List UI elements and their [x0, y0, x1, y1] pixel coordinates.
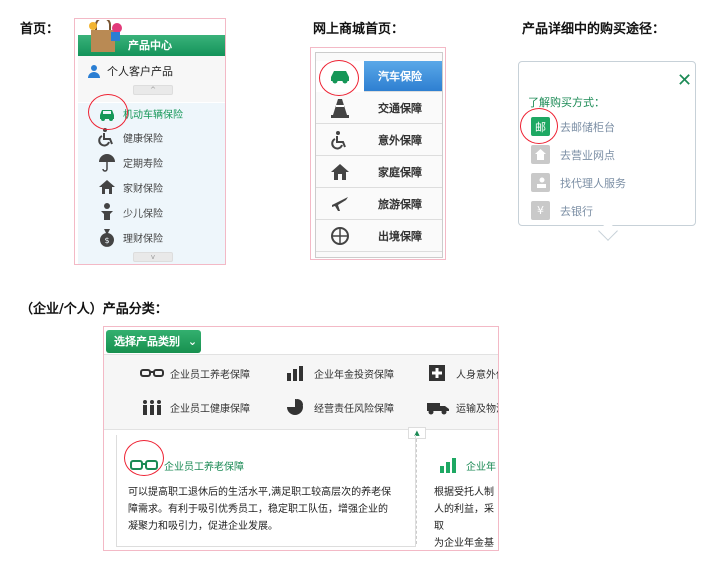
- airplane-icon: [332, 197, 348, 211]
- home-item-health[interactable]: 健康保险: [97, 127, 163, 147]
- select-category-button[interactable]: 选择产品类别 ⌄: [106, 330, 201, 353]
- purchase-option-label: 去邮储柜台: [560, 120, 615, 134]
- highlight-circle: [124, 440, 164, 476]
- purchase-option-label: 去银行: [560, 204, 593, 218]
- home-item-term-life[interactable]: 定期寿险: [97, 152, 163, 172]
- mall-item-label: 旅游保障: [378, 198, 422, 211]
- mall-menu-panel: 汽车保险 交通保障 意外保障 家庭保障 旅游保障 出境保障: [310, 47, 446, 260]
- detail2-title: 企业年: [466, 461, 496, 473]
- highlight-circle: [319, 60, 359, 96]
- mall-item-label: 出境保障: [378, 230, 422, 243]
- agent-icon: [531, 173, 550, 192]
- home-heading: 首页：: [20, 22, 60, 37]
- home-item-wealth[interactable]: $ 理财保险: [97, 227, 163, 247]
- mall-item-outbound[interactable]: 出境保障: [316, 221, 442, 252]
- wheelchair-icon: [98, 128, 113, 147]
- mall-item-accident[interactable]: 意外保障: [316, 125, 442, 156]
- category-label: 企业员工养老保障: [170, 369, 250, 381]
- bar-chart-icon: [287, 366, 303, 381]
- category-list: 企业员工养老保障 企业年金投资保障 人身意外伤 企业员工健康保障 经营责任风险保…: [104, 354, 498, 430]
- purchase-option-label: 去营业网点: [560, 148, 615, 162]
- category-label: 经营责任风险保障: [314, 403, 394, 415]
- traffic-cone-icon: [331, 99, 349, 118]
- house-icon: [331, 164, 349, 180]
- category-item[interactable]: 企业年金投资保障: [284, 365, 394, 381]
- people-icon: [143, 400, 161, 415]
- purchase-option-branch[interactable]: 去营业网点: [531, 145, 615, 164]
- highlight-circle: [520, 108, 558, 144]
- detail-title: 企业员工养老保障: [164, 461, 244, 473]
- category-item[interactable]: 人身意外伤: [426, 365, 498, 381]
- detail-description: 可以提高职工退休后的生活水平,满足职工较高层次的养老保 障需求。有利于吸引优秀员…: [128, 487, 392, 532]
- category-item[interactable]: 运输及物流: [426, 399, 498, 415]
- home-item-label: 少儿保险: [123, 208, 163, 220]
- umbrella-icon: [99, 154, 115, 172]
- highlight-circle: [88, 94, 128, 130]
- scroll-down-button[interactable]: v: [133, 252, 173, 262]
- category-item[interactable]: 企业员工养老保障: [140, 365, 250, 381]
- mall-item-family[interactable]: 家庭保障: [316, 157, 442, 188]
- purchase-option-bank[interactable]: ¥ 去银行: [531, 201, 593, 220]
- home-item-label: 理财保险: [123, 233, 163, 245]
- purchase-path-popup: ✕ 了解购买方式： 邮 去邮储柜台 去营业网点 找代理人服务 ¥ 去银行: [518, 61, 696, 241]
- bar-chart-icon: [440, 458, 456, 473]
- detail2-description: 根据受托人制 人的利益，采取 为企业年金基: [434, 487, 494, 549]
- wheelchair-icon: [331, 131, 346, 150]
- home-item-label: 机动车辆保险: [123, 109, 183, 121]
- branch-icon: [531, 145, 550, 164]
- pie-chart-icon: [287, 399, 303, 415]
- purchase-heading: 产品详细中的购买途径：: [522, 22, 666, 37]
- home-item-children[interactable]: 少儿保险: [97, 202, 163, 222]
- money-bag-icon: $: [100, 229, 114, 247]
- category-item[interactable]: 经营责任风险保障: [284, 399, 394, 415]
- category-label: 企业年金投资保障: [314, 369, 394, 381]
- scroll-up-button[interactable]: ^: [133, 85, 173, 95]
- glasses-icon: [140, 369, 164, 377]
- close-icon[interactable]: ✕: [677, 72, 692, 90]
- purchase-option-agent[interactable]: 找代理人服务: [531, 173, 626, 192]
- mall-item-travel[interactable]: 旅游保障: [316, 189, 442, 220]
- category-heading: （企业/个人）产品分类：: [20, 302, 168, 317]
- mall-item-label: 家庭保障: [378, 166, 422, 179]
- select-category-label: 选择产品类别: [114, 335, 180, 348]
- person-icon: [88, 65, 100, 78]
- home-product-center-panel: 产品中心 个人客户产品 ^ 机动车辆保险 健康保险 定期寿险 家财保险 少儿保险…: [74, 18, 226, 265]
- category-label: 人身意外伤: [456, 369, 498, 381]
- home-item-label: 定期寿险: [123, 158, 163, 170]
- home-item-label: 家财保险: [123, 183, 163, 195]
- chevron-down-icon: ⌄: [187, 335, 198, 348]
- mall-item-label: 交通保障: [378, 102, 422, 115]
- mall-item-label: 意外保障: [378, 134, 422, 147]
- product-category-panel: 选择产品类别 ⌄ 企业员工养老保障 企业年金投资保障 人身意外伤 企业员工健康保…: [103, 326, 499, 551]
- shopping-bag-icon: [89, 20, 122, 52]
- mall-heading: 网上商城首页：: [313, 22, 405, 37]
- truck-icon: [427, 403, 449, 415]
- category-label: 运输及物流: [456, 403, 498, 415]
- mall-item-label: 汽车保险: [378, 70, 422, 83]
- category-label: 企业员工健康保障: [170, 403, 250, 415]
- personal-products-row[interactable]: 个人客户产品: [87, 63, 173, 79]
- medical-cross-icon: [429, 365, 445, 381]
- svg-text:$: $: [104, 236, 109, 245]
- child-icon: [101, 203, 113, 220]
- category-item[interactable]: 企业员工健康保障: [140, 399, 250, 415]
- mall-item-traffic[interactable]: 交通保障: [316, 93, 442, 124]
- house-icon: [99, 180, 115, 194]
- home-item-label: 健康保险: [123, 133, 163, 145]
- bank-icon: ¥: [531, 201, 550, 220]
- globe-icon: [331, 227, 349, 245]
- home-item-property[interactable]: 家财保险: [97, 177, 163, 197]
- personal-products-label: 个人客户产品: [107, 65, 173, 78]
- purchase-option-label: 找代理人服务: [560, 176, 626, 190]
- detail2-title-row[interactable]: 企业年: [438, 457, 496, 473]
